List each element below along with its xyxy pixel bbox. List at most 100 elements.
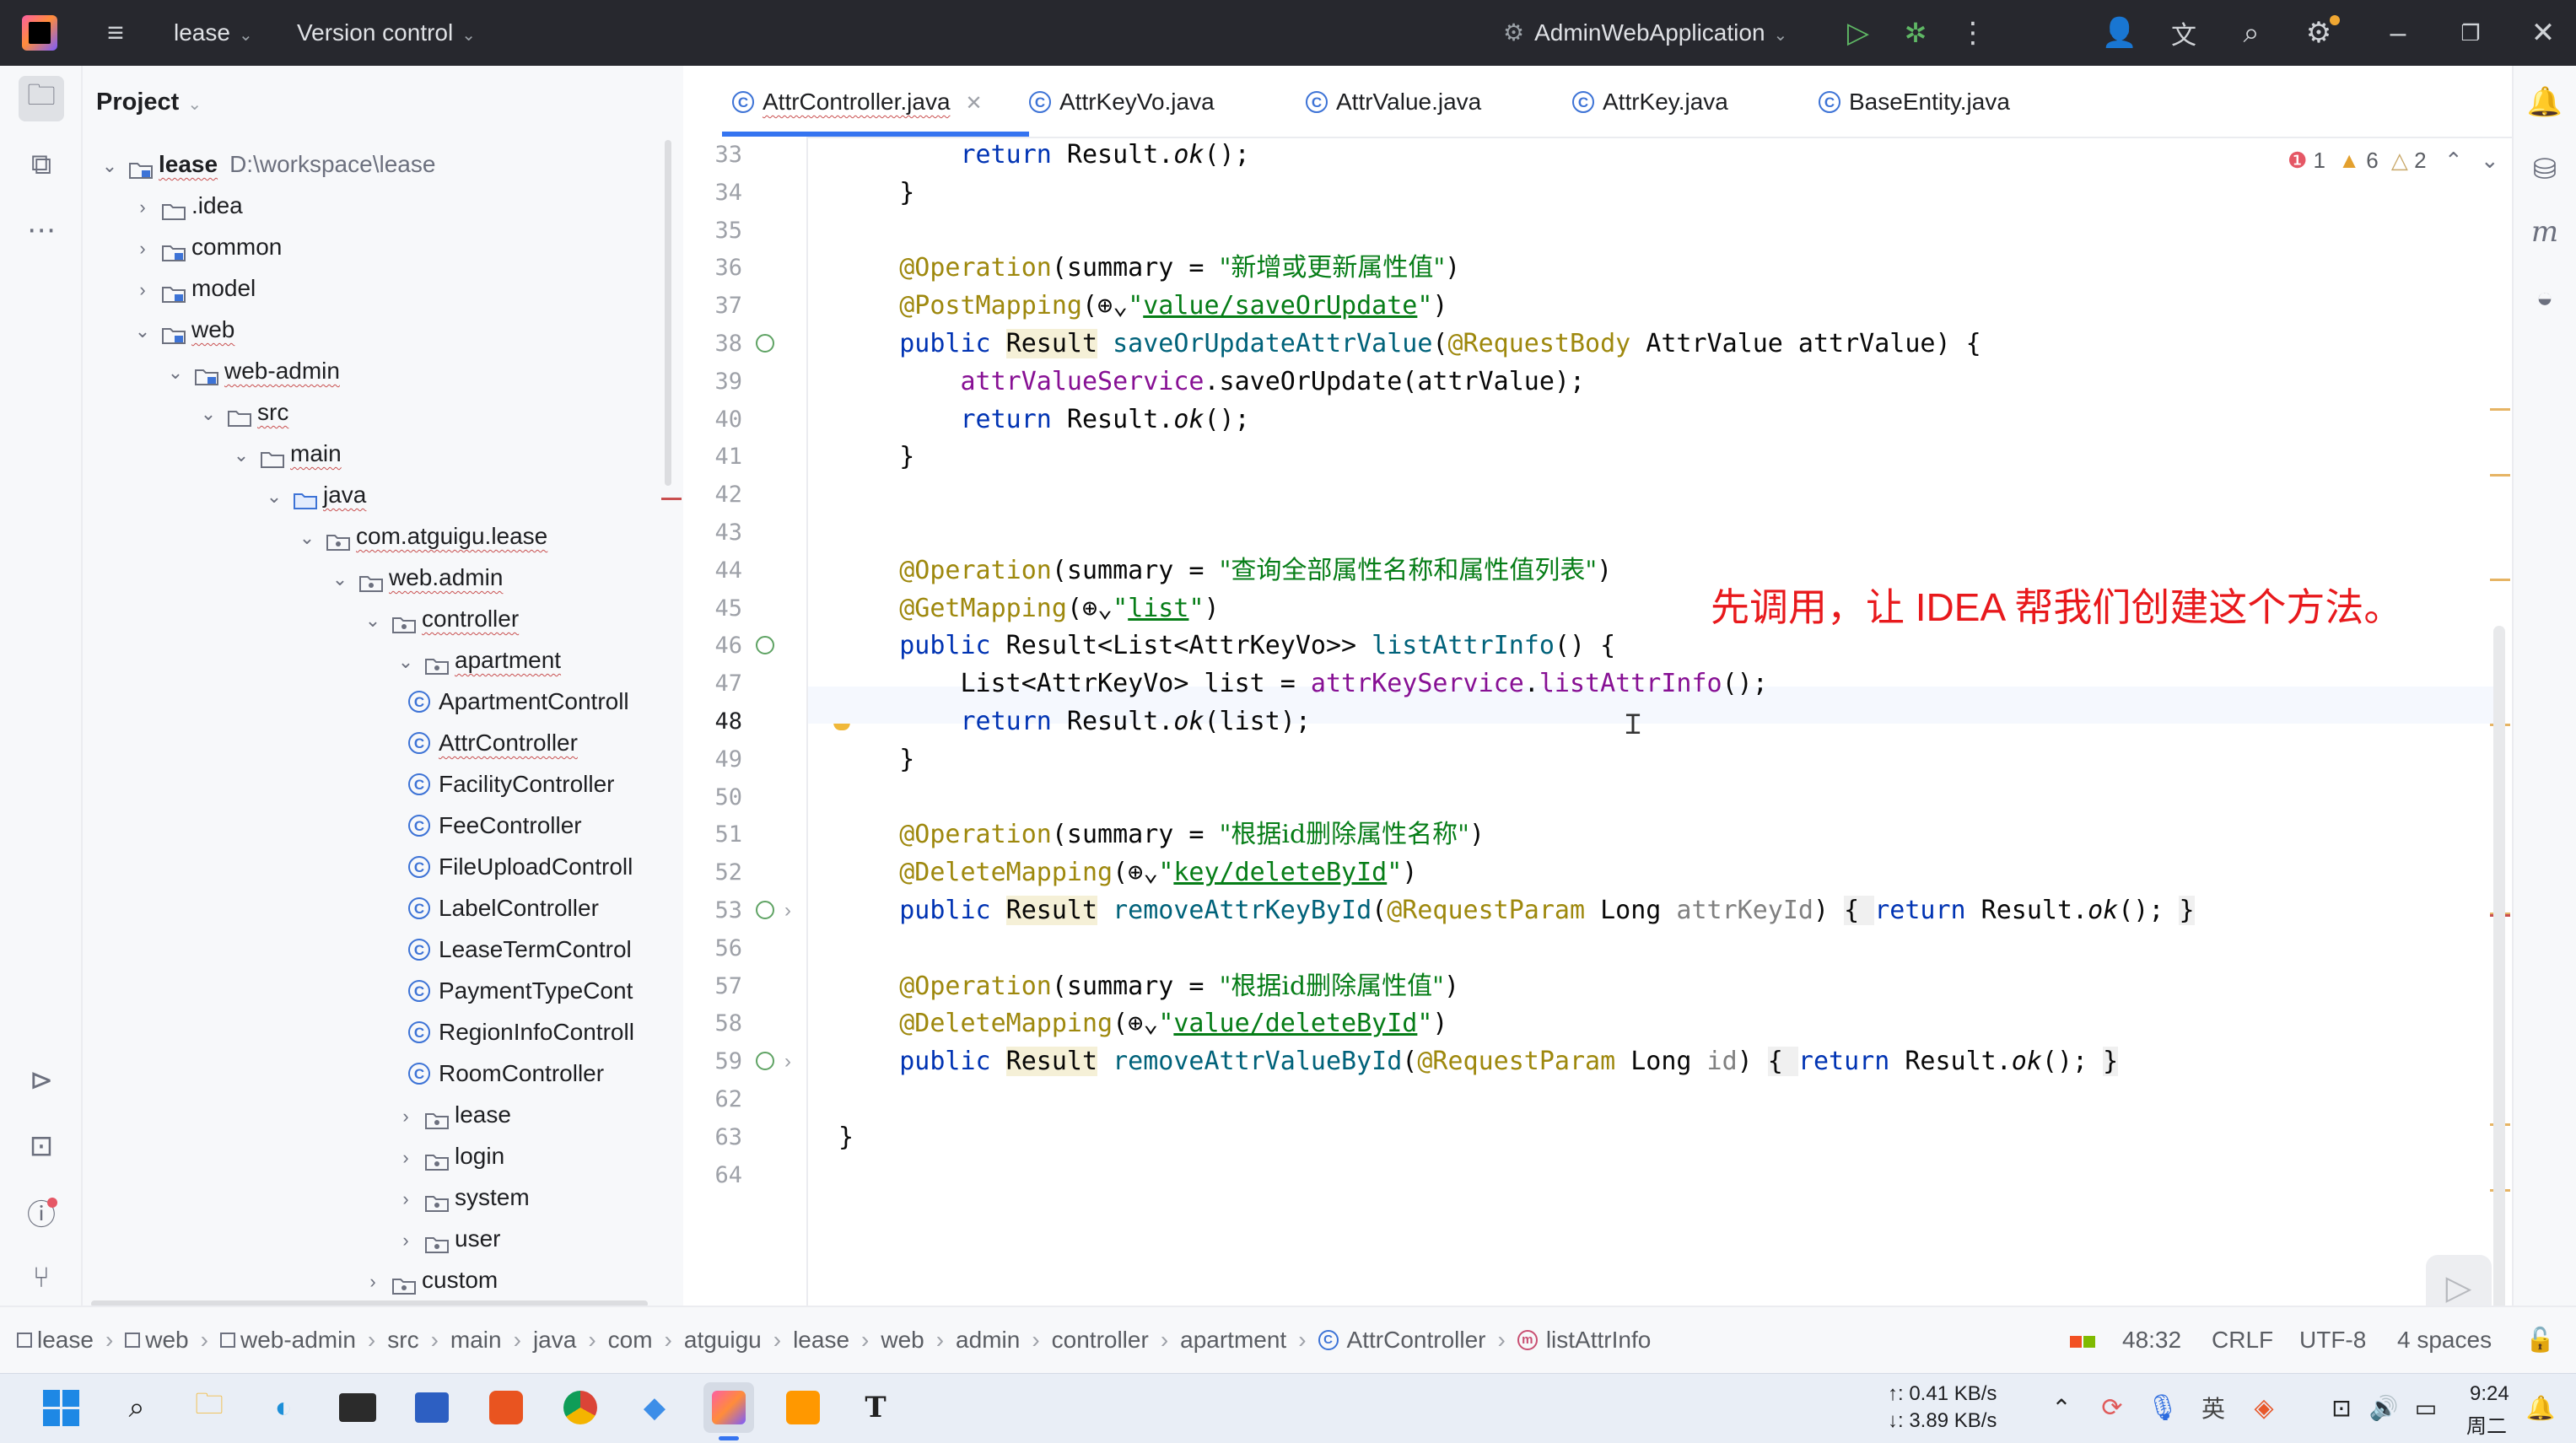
code-line[interactable]: @GetMapping(⊕⌄"list")	[838, 590, 1219, 627]
tree-item[interactable]: ⌄ web	[132, 310, 234, 349]
tree-item[interactable]: ⌄ controller	[363, 600, 519, 638]
chevron-right-icon[interactable]: ›	[396, 1139, 416, 1177]
tree-item[interactable]: ⌄ src	[198, 393, 288, 432]
code-line[interactable]: public Result removeAttrKeyById(@Request…	[838, 892, 2195, 929]
typora-icon[interactable]: T	[850, 1382, 901, 1433]
ubuntu-icon[interactable]	[481, 1382, 531, 1433]
tree-item[interactable]: ⌄ lease D:\workspace\lease	[100, 145, 435, 184]
restore-icon[interactable]: ❐	[2449, 12, 2492, 54]
tree-item-class[interactable]: C AttrController	[408, 724, 578, 762]
line-separator[interactable]: CRLF	[2212, 1307, 2273, 1373]
lock-icon[interactable]: 🔓	[2525, 1307, 2555, 1373]
chevron-right-icon[interactable]: ›	[132, 229, 153, 268]
tree-item-class[interactable]: C FacilityController	[408, 765, 615, 804]
tray-app-icon[interactable]: ⟳	[2087, 1382, 2137, 1433]
tray-app2-icon[interactable]: ◈	[2239, 1382, 2289, 1433]
breadcrumb-item[interactable]: controller	[1052, 1327, 1149, 1353]
tree-item[interactable]: › lease	[396, 1096, 511, 1134]
editor-tab[interactable]: C AttrValue.java	[1306, 66, 1481, 137]
tree-item[interactable]: ⌄ java	[264, 476, 366, 514]
debug-icon[interactable]: ✲	[1894, 12, 1937, 54]
code-line[interactable]: }	[838, 439, 914, 476]
endpoint-gutter-icon[interactable]	[756, 334, 774, 353]
tree-item-class[interactable]: C RoomController	[408, 1054, 604, 1093]
chevron-down-icon[interactable]: ⌄	[363, 601, 383, 640]
file-encoding[interactable]: UTF-8	[2299, 1307, 2366, 1373]
battery-icon[interactable]: ▭	[2401, 1382, 2451, 1433]
editor-tab[interactable]: C AttrController.java ✕	[732, 66, 983, 137]
inspection-widget[interactable]: ❶ 1 ▲ 6 △ 2 ⌃ ⌄	[2288, 143, 2499, 177]
file-explorer-icon[interactable]: 🗀	[184, 1382, 234, 1433]
chevron-right-icon[interactable]: ›	[132, 271, 153, 310]
chevron-down-icon[interactable]: ⌄	[231, 436, 251, 475]
tree-item[interactable]: › .idea	[132, 186, 243, 225]
code-line[interactable]: attrValueService.saveOrUpdate(attrValue)…	[838, 363, 1586, 401]
code-line[interactable]: @DeleteMapping(⊕⌄"value/deleteById")	[838, 1005, 1447, 1042]
tree-item[interactable]: › user	[396, 1220, 500, 1258]
tree-item[interactable]: › common	[132, 228, 282, 267]
microphone-icon[interactable]: 🎙	[2137, 1382, 2188, 1433]
add-user-icon[interactable]: 👤	[2099, 12, 2141, 54]
chevron-down-icon[interactable]: ⌄	[264, 477, 284, 516]
editor-tab[interactable]: C AttrKey.java	[1572, 66, 1728, 137]
code-line[interactable]: @DeleteMapping(⊕⌄"key/deleteById")	[838, 854, 1417, 891]
breadcrumb-item[interactable]: com	[608, 1327, 653, 1353]
sublime-icon[interactable]	[778, 1382, 828, 1433]
database-icon[interactable]: ⛁	[2522, 147, 2568, 192]
code-line[interactable]: }	[838, 741, 914, 778]
terminal-icon[interactable]	[332, 1382, 383, 1433]
structure-tool-icon[interactable]: ⧉	[19, 142, 64, 187]
project-switcher[interactable]: lease ⌄	[174, 0, 253, 66]
close-tab-icon[interactable]: ✕	[966, 92, 983, 115]
breadcrumb-item[interactable]: apartment	[1180, 1327, 1286, 1353]
code-editor[interactable]: return Result.ok(); } @Operation(summary…	[808, 137, 2495, 1306]
code-line[interactable]: @Operation(summary = "查询全部属性名称和属性值列表")	[838, 552, 1612, 590]
store-icon[interactable]	[407, 1382, 457, 1433]
start-icon[interactable]	[35, 1382, 86, 1433]
chevron-down-icon[interactable]: ⌄	[330, 560, 350, 599]
chevron-right-icon[interactable]: ›	[132, 188, 153, 227]
breadcrumb-item[interactable]: atguigu	[684, 1327, 762, 1353]
tree-item[interactable]: ⌄ com.atguigu.lease	[297, 517, 547, 556]
run-config-selector[interactable]: ⚙ AdminWebApplication ⌄	[1503, 0, 1787, 66]
breadcrumb-item[interactable]: admin	[956, 1327, 1020, 1353]
notification-center-icon[interactable]: 🔔	[2515, 1382, 2566, 1433]
chevron-down-icon[interactable]: ⌄	[297, 519, 317, 557]
services-tool-icon[interactable]: ⊳	[19, 1058, 64, 1103]
chevron-right-icon[interactable]: ›	[363, 1263, 383, 1301]
code-line[interactable]: }	[838, 1119, 854, 1156]
chevron-down-icon[interactable]: ⌄	[165, 353, 186, 392]
maven-icon[interactable]: m	[2522, 209, 2568, 255]
tree-scrollbar[interactable]	[665, 140, 671, 486]
search-icon[interactable]: ⌕	[111, 1382, 162, 1433]
run-icon[interactable]: ▷	[1837, 12, 1879, 54]
tree-item[interactable]: ⌄ web.admin	[330, 558, 503, 597]
code-line[interactable]: return Result.ok();	[838, 401, 1250, 439]
clock-time[interactable]: 9:24	[2470, 1382, 2509, 1406]
breadcrumb-item[interactable]: AttrController	[1347, 1327, 1486, 1353]
tree-item-class[interactable]: C FileUploadControll	[408, 848, 633, 886]
close-window-icon[interactable]: ✕	[2522, 12, 2564, 54]
code-line[interactable]: @Operation(summary = "根据id删除属性值")	[838, 968, 1459, 1005]
endpoint-gutter-icon[interactable]	[756, 636, 774, 654]
tree-item-class[interactable]: C PaymentTypeCont	[408, 972, 633, 1010]
code-line[interactable]: public Result<List<AttrKeyVo>> listAttrI…	[838, 627, 1615, 665]
tree-item-class[interactable]: C LeaseTermControl	[408, 930, 632, 969]
breadcrumb-item[interactable]: web	[145, 1327, 188, 1353]
caret-position[interactable]: 48:32	[2122, 1307, 2181, 1373]
main-menu-icon[interactable]: ≡	[94, 12, 137, 54]
chevron-up-icon[interactable]: ⌃	[2444, 148, 2463, 173]
kite-icon[interactable]: ◆	[629, 1382, 680, 1433]
code-line[interactable]: @Operation(summary = "根据id删除属性名称")	[838, 816, 1485, 853]
more-tools-icon[interactable]: ⋯	[19, 207, 64, 253]
search-icon[interactable]: ⌕	[2230, 12, 2272, 54]
chrome-icon[interactable]	[555, 1382, 606, 1433]
endpoint-gutter-icon[interactable]	[756, 1052, 774, 1070]
tree-item[interactable]: › custom	[363, 1261, 498, 1300]
project-tool-icon[interactable]: 🗀	[19, 76, 64, 121]
tree-item[interactable]: ⌄ apartment	[396, 641, 561, 680]
chevron-right-icon[interactable]: ›	[396, 1180, 416, 1219]
code-line[interactable]: @PostMapping(⊕⌄"value/saveOrUpdate")	[838, 288, 1447, 325]
editor-tab[interactable]: C BaseEntity.java	[1819, 66, 2010, 137]
breadcrumb-item[interactable]: src	[387, 1327, 418, 1353]
